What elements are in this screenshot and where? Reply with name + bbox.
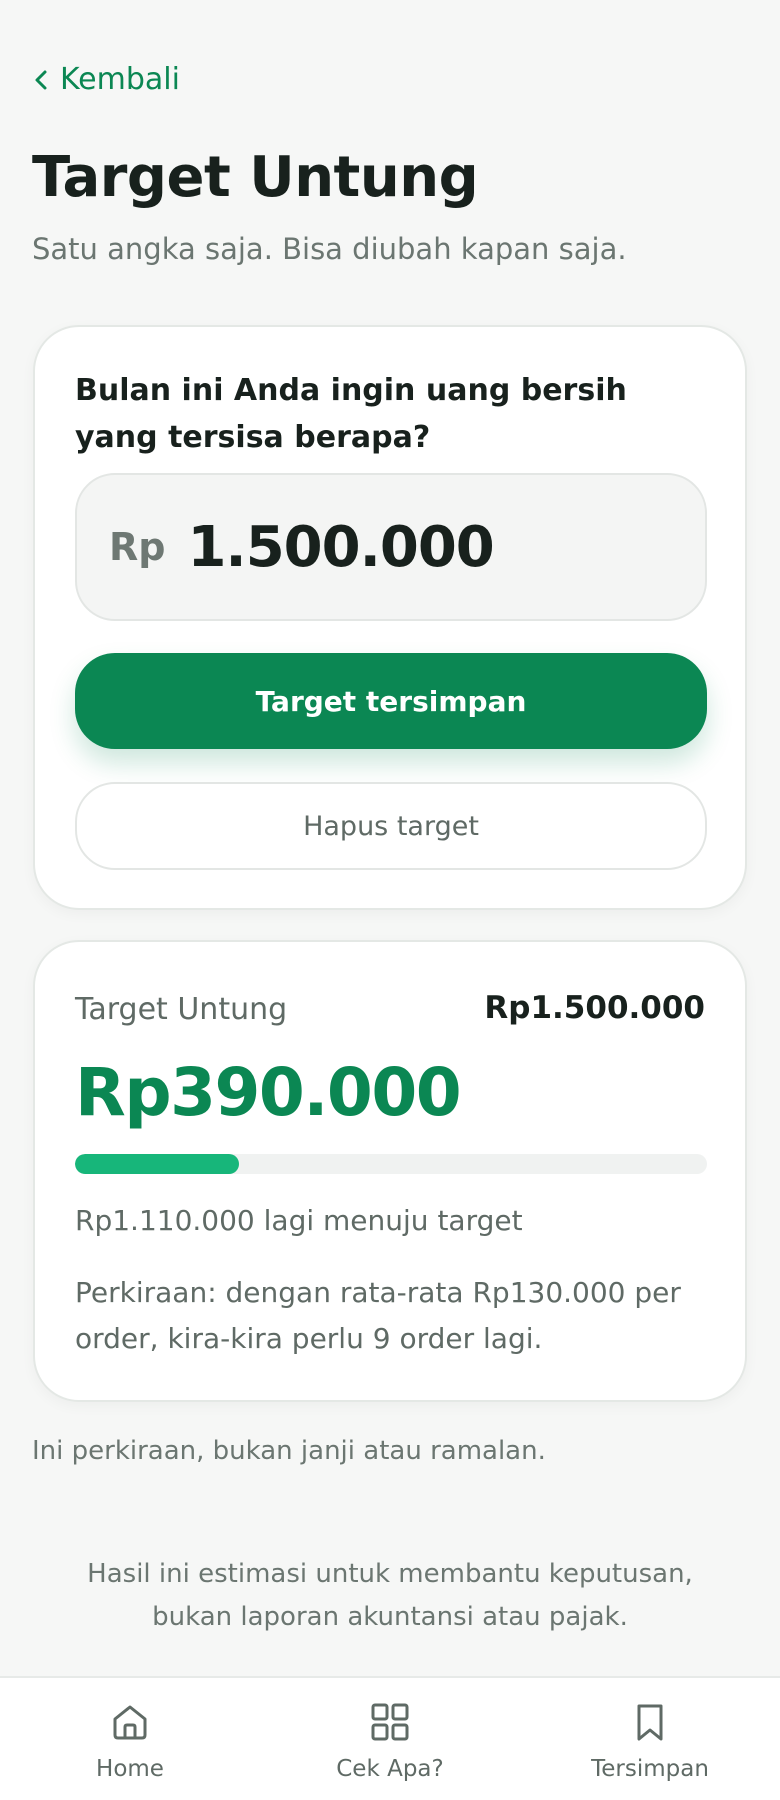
progress-bar bbox=[75, 1154, 707, 1174]
progress-estimate-text: Perkiraan: dengan rata-rata Rp130.000 pe… bbox=[75, 1276, 681, 1355]
nav-item-cek-apa[interactable]: Cek Apa? bbox=[260, 1678, 520, 1800]
target-amount-value: 1.500.000 bbox=[187, 514, 494, 580]
currency-prefix: Rp bbox=[109, 525, 166, 569]
target-amount-field[interactable]: Rp 1.500.000 bbox=[75, 473, 707, 621]
nav-label-tersimpan: Tersimpan bbox=[591, 1756, 709, 1782]
disclaimer-text: Ini perkiraan, bukan janji atau ramalan. bbox=[32, 1436, 546, 1466]
target-input-card: Bulan ini Anda ingin uang bersih yang te… bbox=[33, 325, 747, 910]
target-question: Bulan ini Anda ingin uang bersih yang te… bbox=[75, 373, 627, 455]
grid-icon bbox=[371, 1703, 409, 1741]
page-title: Target Untung bbox=[32, 145, 479, 210]
chevron-left-icon bbox=[35, 70, 47, 89]
progress-label: Target Untung bbox=[75, 992, 288, 1027]
progress-current-amount: Rp390.000 bbox=[75, 1054, 462, 1131]
progress-remaining-text: Rp1.110.000 lagi menuju target bbox=[75, 1204, 523, 1237]
nav-item-home[interactable]: Home bbox=[0, 1678, 260, 1800]
nav-item-tersimpan[interactable]: Tersimpan bbox=[520, 1678, 780, 1800]
bottom-nav: Home Cek Apa? Tersimpan bbox=[0, 1676, 780, 1800]
bookmark-icon bbox=[637, 1704, 663, 1741]
progress-bar-fill bbox=[75, 1154, 240, 1174]
target-progress-card: Target Untung Rp1.500.000 Rp390.000 Rp1.… bbox=[33, 940, 747, 1402]
progress-target-amount: Rp1.500.000 bbox=[484, 990, 705, 1026]
save-target-button[interactable]: Target tersimpan bbox=[75, 653, 707, 749]
nav-label-home: Home bbox=[96, 1756, 164, 1782]
footnote-text: Hasil ini estimasi untuk membantu keputu… bbox=[87, 1559, 693, 1632]
home-icon bbox=[113, 1705, 147, 1740]
back-button[interactable]: Kembali bbox=[32, 62, 180, 97]
delete-target-button[interactable]: Hapus target bbox=[75, 782, 707, 870]
back-label: Kembali bbox=[60, 62, 180, 97]
page-subtitle: Satu angka saja. Bisa diubah kapan saja. bbox=[32, 232, 627, 266]
nav-label-cek-apa: Cek Apa? bbox=[336, 1756, 444, 1782]
